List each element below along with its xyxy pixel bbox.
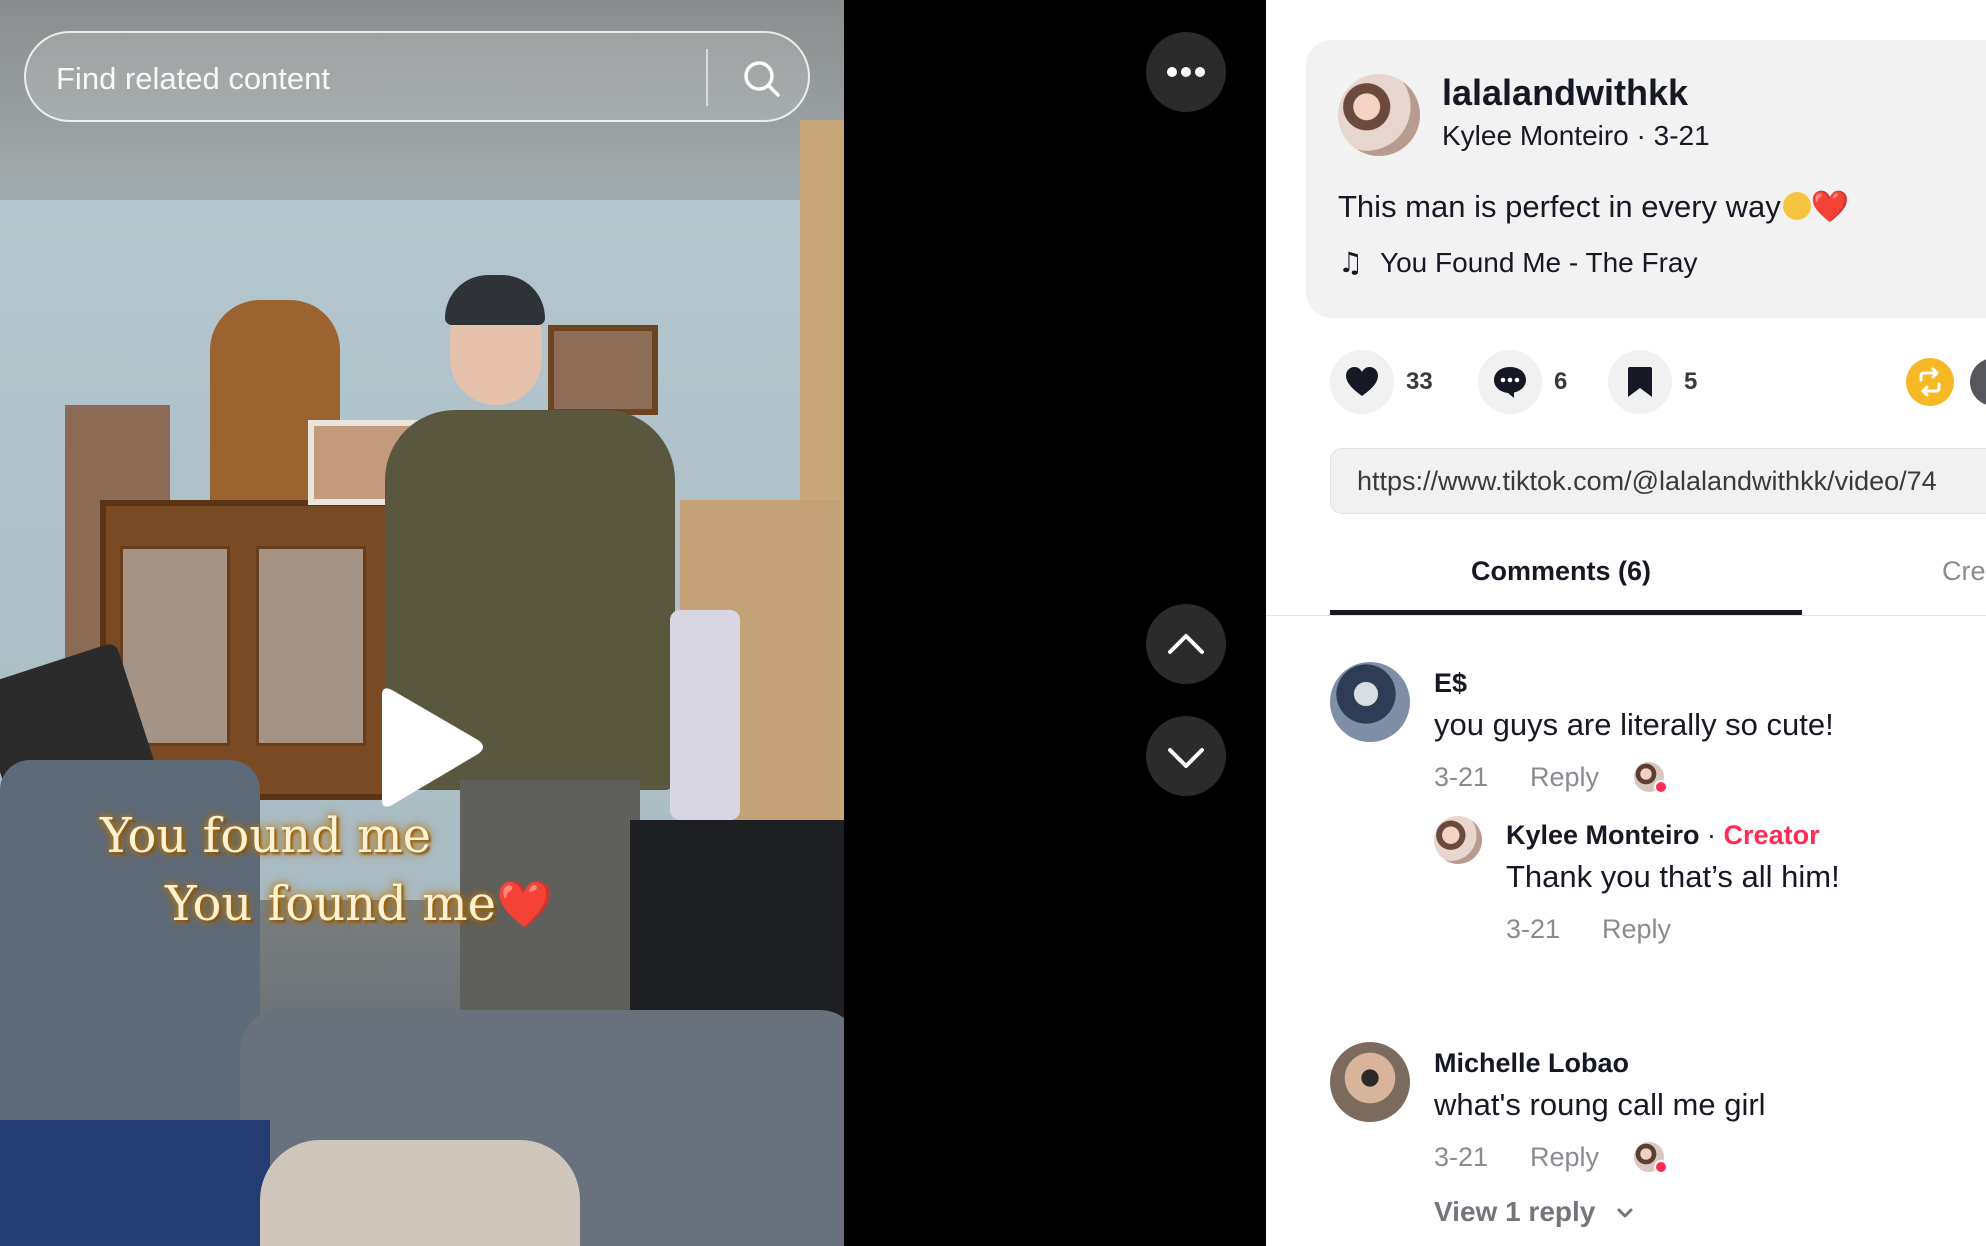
comment-date: 3-21 bbox=[1434, 1142, 1489, 1172]
app-root: Find related content You found me You fo… bbox=[0, 0, 1986, 1246]
copy-link-field[interactable]: https://www.tiktok.com/@lalalandwithkk/v… bbox=[1330, 448, 1986, 514]
chevron-up-icon bbox=[1168, 634, 1204, 654]
post-date: 3-21 bbox=[1653, 120, 1710, 151]
related-search-bar[interactable]: Find related content bbox=[24, 31, 810, 122]
video-caption-line-1: You found me bbox=[100, 808, 431, 864]
tab-creator-videos[interactable]: Cre bbox=[1942, 556, 1986, 587]
comment-author[interactable]: E$ bbox=[1434, 668, 1467, 699]
repost-icon bbox=[1919, 367, 1941, 397]
tab-comments[interactable]: Comments (6) bbox=[1471, 556, 1651, 587]
reply-text: Thank you that’s all him! bbox=[1506, 859, 1840, 894]
previous-video-button[interactable] bbox=[1146, 604, 1226, 684]
comment-icon bbox=[1494, 367, 1526, 398]
reply-button[interactable]: Reply bbox=[1530, 1142, 1599, 1173]
view-replies-label[interactable]: View 1 reply bbox=[1434, 1196, 1595, 1227]
video-scene-frame bbox=[548, 325, 658, 415]
heart-emoji: ❤️ bbox=[495, 877, 554, 931]
video-scene-glass bbox=[256, 546, 366, 746]
post-description-text: This man is perfect in every way bbox=[1338, 189, 1781, 224]
more-options-button[interactable] bbox=[1146, 32, 1226, 112]
reply-button[interactable]: Reply bbox=[1530, 762, 1599, 793]
chevron-down-icon bbox=[1168, 748, 1204, 768]
save-count: 5 bbox=[1684, 368, 1698, 395]
video-scene-tumbler bbox=[670, 610, 740, 820]
search-input[interactable]: Find related content bbox=[56, 61, 330, 97]
pleading-face-emoji bbox=[1782, 192, 1811, 220]
music-link[interactable]: ♫ You Found Me - The Fray bbox=[1338, 246, 1698, 279]
share-url[interactable]: https://www.tiktok.com/@lalalandwithkk/v… bbox=[1357, 466, 1937, 497]
comment-author[interactable]: Michelle Lobao bbox=[1434, 1048, 1629, 1079]
video-caption-text: You found me bbox=[165, 876, 496, 932]
video-caption-line-2: You found me❤️ bbox=[165, 876, 553, 932]
comment-date: 3-21 bbox=[1434, 762, 1489, 792]
play-icon[interactable] bbox=[370, 685, 490, 810]
view-replies-button[interactable]: View 1 reply bbox=[1434, 1196, 1637, 1228]
author-handle[interactable]: lalalandwithkk bbox=[1442, 72, 1688, 114]
creator-liked-heart-icon bbox=[1654, 780, 1668, 794]
music-title[interactable]: You Found Me - The Fray bbox=[1380, 247, 1698, 278]
author-meta: Kylee Monteiro · 3-21 bbox=[1442, 120, 1710, 151]
like-button-circle bbox=[1330, 350, 1394, 414]
active-tab-indicator bbox=[1330, 610, 1802, 615]
video-scene-throw bbox=[260, 1140, 580, 1246]
comment-text: you guys are literally so cute! bbox=[1434, 707, 1834, 742]
comment-button-circle bbox=[1478, 350, 1542, 414]
avatar[interactable] bbox=[1434, 816, 1482, 864]
reply-date: 3-21 bbox=[1506, 914, 1561, 944]
chevron-down-icon bbox=[1617, 1208, 1633, 1218]
video-scene-fridge bbox=[630, 820, 844, 1040]
video-scene-blanket bbox=[0, 1120, 270, 1246]
next-video-button[interactable] bbox=[1146, 716, 1226, 796]
more-icon bbox=[1167, 67, 1205, 77]
search-button[interactable] bbox=[726, 43, 796, 113]
search-divider bbox=[706, 49, 708, 106]
avatar[interactable] bbox=[1338, 74, 1420, 156]
description-card: lalalandwithkk Kylee Monteiro · 3-21 Thi… bbox=[1306, 40, 1986, 318]
heart-emoji: ❤️ bbox=[1810, 189, 1850, 225]
comment-button[interactable]: 6 bbox=[1478, 350, 1567, 414]
reply-author: Kylee Monteiro · Creator bbox=[1506, 820, 1820, 851]
reply-separator: · bbox=[1699, 820, 1724, 850]
comment-text: what's roung call me girl bbox=[1434, 1087, 1766, 1122]
avatar[interactable] bbox=[1330, 662, 1410, 742]
search-icon bbox=[744, 61, 780, 97]
details-panel: lalalandwithkk Kylee Monteiro · 3-21 Thi… bbox=[1266, 0, 1986, 1246]
creator-badge: Creator bbox=[1723, 820, 1820, 850]
heart-icon bbox=[1346, 367, 1378, 396]
music-note-icon: ♫ bbox=[1338, 246, 1364, 279]
creator-liked-heart-icon bbox=[1654, 1160, 1668, 1174]
like-button[interactable]: 33 bbox=[1330, 350, 1433, 414]
repost-button[interactable] bbox=[1906, 358, 1954, 406]
comment-count: 6 bbox=[1554, 368, 1568, 395]
avatar[interactable] bbox=[1330, 1042, 1410, 1122]
bookmark-icon bbox=[1628, 367, 1652, 397]
post-description: This man is perfect in every way ❤️ bbox=[1338, 188, 1849, 225]
share-button[interactable] bbox=[1970, 358, 1986, 406]
video-player[interactable]: Find related content You found me You fo… bbox=[0, 0, 844, 1246]
reply-author-name[interactable]: Kylee Monteiro bbox=[1506, 820, 1700, 850]
save-button[interactable]: 5 bbox=[1608, 350, 1697, 414]
reply-button[interactable]: Reply bbox=[1602, 914, 1671, 945]
tabs-bar: Comments (6) Cre bbox=[1266, 552, 1986, 616]
save-button-circle bbox=[1608, 350, 1672, 414]
author-display-name: Kylee Monteiro bbox=[1442, 120, 1629, 151]
like-count: 33 bbox=[1406, 368, 1433, 395]
